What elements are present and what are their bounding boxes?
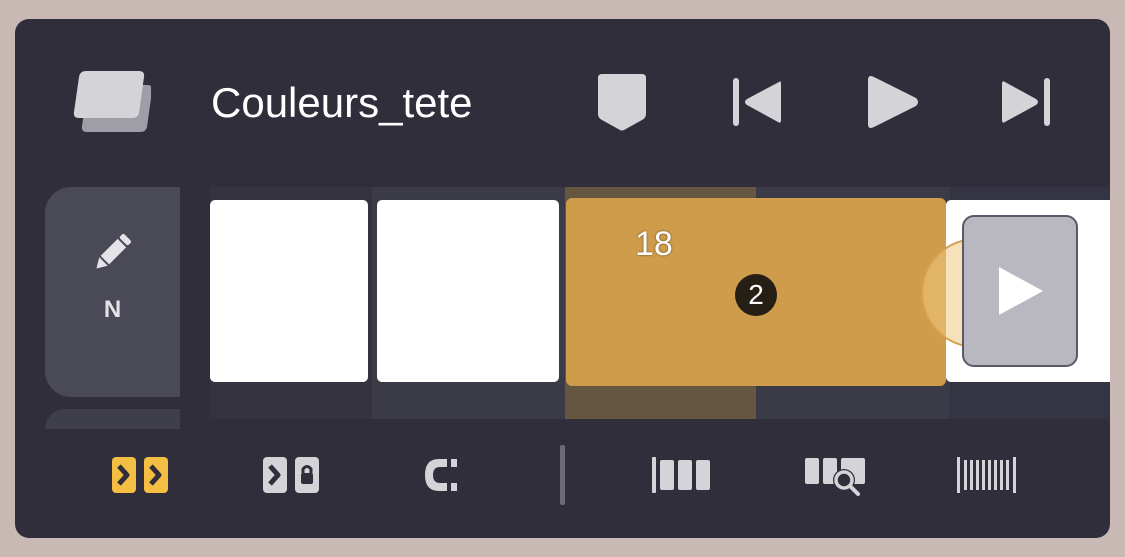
frame-cell[interactable] [210, 200, 368, 382]
barcode-compact-icon [957, 457, 1016, 493]
ripple-edit-button[interactable] [100, 445, 180, 505]
toolbar-divider [560, 445, 565, 505]
layers-icon[interactable] [71, 69, 153, 139]
frames-icon [652, 457, 710, 493]
skip-to-start-icon [733, 78, 781, 126]
pencil-icon[interactable] [92, 229, 132, 282]
tool-mode-label: N [103, 296, 122, 323]
drawing-tool-column[interactable] [45, 187, 180, 397]
timeline-panel: Couleurs_tete N 18 2 [15, 19, 1110, 538]
zoom-frames-button[interactable] [796, 445, 876, 505]
skip-to-start-button[interactable] [722, 67, 792, 137]
play-icon [868, 76, 918, 128]
append-frame-button[interactable] [962, 215, 1078, 367]
skip-to-end-button[interactable] [991, 67, 1061, 137]
locked-ripple-button[interactable] [251, 445, 331, 505]
zoom-frames-icon [805, 458, 865, 496]
keyframe-marker-icon [598, 74, 646, 131]
exposure-count-badge: 2 [735, 274, 777, 316]
next-layer-stub [45, 409, 180, 429]
current-frame-number: 18 [635, 225, 673, 263]
frame-cell[interactable] [377, 200, 559, 382]
play-button[interactable] [857, 67, 927, 137]
compact-frames-button[interactable] [948, 445, 1028, 505]
ripple-edit-icon [112, 457, 168, 493]
scene-title: Couleurs_tete [211, 79, 473, 126]
magnet-icon [425, 459, 457, 491]
snap-button[interactable] [401, 445, 481, 505]
frames-view-button[interactable] [643, 445, 723, 505]
timeline-strip[interactable]: 18 2 [210, 187, 1110, 419]
skip-to-end-icon [1002, 78, 1050, 126]
locked-ripple-icon [263, 457, 319, 493]
keyframe-marker-button[interactable] [587, 67, 657, 137]
play-icon [999, 267, 1043, 315]
